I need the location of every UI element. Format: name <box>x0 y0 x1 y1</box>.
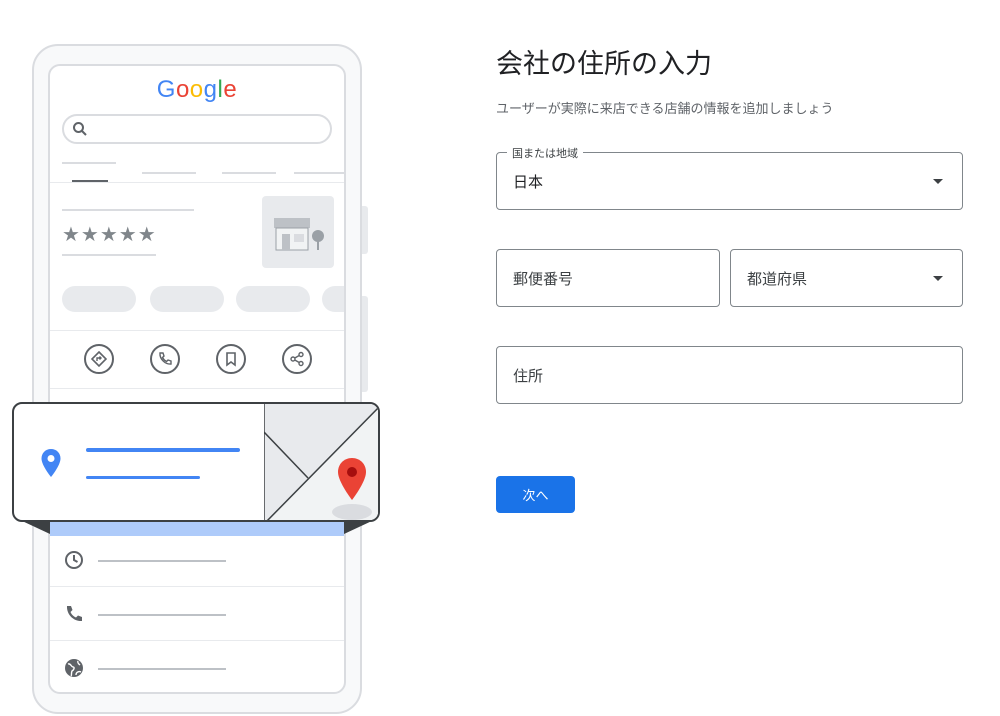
country-select[interactable]: 国または地域 日本 <box>496 145 963 210</box>
address-card <box>12 402 380 522</box>
rating-stars: ★★★★★ <box>62 222 157 246</box>
divider <box>50 640 344 641</box>
bookmark-icon <box>226 352 236 367</box>
divider <box>50 586 344 587</box>
tab-placeholder <box>222 172 276 174</box>
country-value: 日本 <box>513 173 544 191</box>
phone-side-button <box>362 206 368 254</box>
address-field[interactable]: 住所 <box>496 346 963 404</box>
phone-side-button <box>362 296 368 392</box>
business-name-placeholder <box>62 209 194 211</box>
review-count-placeholder <box>62 254 156 256</box>
address-line-placeholder <box>86 476 200 479</box>
divider <box>50 330 344 331</box>
tab-placeholder <box>294 172 344 174</box>
google-logo: Google <box>156 76 238 103</box>
page-subtitle: ユーザーが実際に来店できる店舗の情報を追加しましょう <box>496 102 834 117</box>
storefront-thumbnail <box>262 196 334 268</box>
search-icon <box>73 122 87 136</box>
save-action <box>216 344 246 374</box>
prefecture-select[interactable]: 都道府県 <box>730 249 963 307</box>
postal-code-field[interactable]: 郵便番号 <box>496 249 720 307</box>
clock-icon <box>65 551 83 569</box>
phone-screen: Google ★★★★★ <box>48 64 346 694</box>
storefront-icon <box>274 218 324 251</box>
directions-icon <box>91 351 107 367</box>
chip-placeholder <box>322 286 344 312</box>
prefecture-placeholder: 都道府県 <box>747 270 808 288</box>
share-action <box>282 344 312 374</box>
page-title: 会社の住所の入力 <box>496 49 712 80</box>
tab-underline <box>62 162 116 164</box>
dropdown-arrow-icon <box>933 276 943 281</box>
address-placeholder: 住所 <box>513 367 544 385</box>
card-fold-right <box>344 520 374 534</box>
divider <box>50 388 344 389</box>
tab-placeholder <box>142 172 196 174</box>
dropdown-arrow-icon <box>933 179 943 184</box>
address-line-placeholder <box>86 448 240 452</box>
business-profile-illustration: Google ★★★★★ <box>0 0 400 716</box>
chip-placeholder <box>236 286 310 312</box>
globe-icon <box>65 659 83 677</box>
search-bar <box>62 114 332 144</box>
highlight-band <box>50 522 344 536</box>
postal-code-placeholder: 郵便番号 <box>513 270 574 288</box>
phone-placeholder <box>98 614 226 616</box>
website-placeholder <box>98 668 226 670</box>
location-pin-icon <box>41 449 61 477</box>
chip-placeholder <box>150 286 224 312</box>
divider <box>50 182 344 183</box>
card-fold-left <box>20 520 50 534</box>
chip-placeholder <box>62 286 136 312</box>
share-icon <box>290 351 304 367</box>
call-action <box>150 344 180 374</box>
next-button[interactable]: 次へ <box>496 476 575 513</box>
hours-placeholder <box>98 560 226 562</box>
country-label: 国または地域 <box>507 145 583 161</box>
phone-icon <box>66 606 82 622</box>
map-thumbnail <box>264 404 378 520</box>
phone-icon <box>159 352 172 365</box>
directions-action <box>84 344 114 374</box>
